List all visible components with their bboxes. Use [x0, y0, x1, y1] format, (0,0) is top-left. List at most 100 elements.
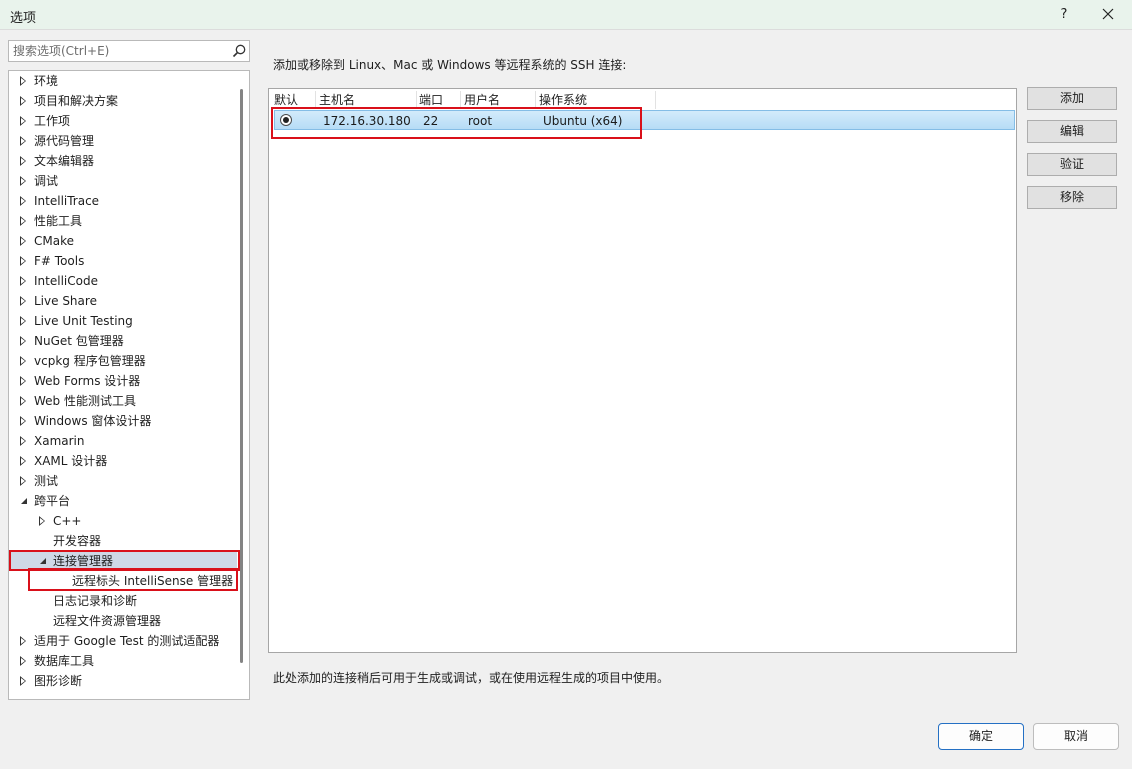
tree-node[interactable]: 数据库工具: [9, 651, 237, 671]
column-separator[interactable]: [460, 91, 461, 109]
tree-node[interactable]: Windows 窗体设计器: [9, 411, 237, 431]
tree-node[interactable]: Web 性能测试工具: [9, 391, 237, 411]
collapsed-arrow-icon[interactable]: [20, 256, 26, 266]
search-input[interactable]: [13, 42, 225, 60]
tree-node[interactable]: Live Share: [9, 291, 237, 311]
tree-node[interactable]: 跨平台: [9, 491, 237, 511]
tree-node[interactable]: 远程标头 IntelliSense 管理器: [9, 571, 237, 591]
tree-node[interactable]: 连接管理器: [9, 551, 237, 571]
collapsed-arrow-icon[interactable]: [20, 336, 26, 346]
tree-scrollbar[interactable]: [239, 89, 246, 681]
tree-node[interactable]: XAML 设计器: [9, 451, 237, 471]
tree-node-label: 跨平台: [34, 494, 71, 508]
tree-node[interactable]: Xamarin: [9, 431, 237, 451]
tree-node[interactable]: Web Forms 设计器: [9, 371, 237, 391]
collapsed-arrow-icon[interactable]: [20, 176, 26, 186]
tree-node-label: Live Unit Testing: [34, 314, 133, 328]
close-button[interactable]: [1096, 4, 1120, 26]
tree-node-label: 环境: [34, 74, 59, 88]
column-header-host[interactable]: 主机名: [319, 92, 355, 108]
tree-node[interactable]: 远程文件资源管理器: [9, 611, 237, 631]
tree-scrollbar-thumb[interactable]: [240, 89, 243, 663]
tree-node[interactable]: 文本编辑器: [9, 151, 237, 171]
tree-node[interactable]: F# Tools: [9, 251, 237, 271]
tree-node[interactable]: 工作项: [9, 111, 237, 131]
collapsed-arrow-icon[interactable]: [20, 416, 26, 426]
tree-node[interactable]: 适用于 Google Test 的测试适配器: [9, 631, 237, 651]
tree-node[interactable]: 图形诊断: [9, 671, 237, 691]
tree-node-label: 文本编辑器: [34, 154, 95, 168]
column-header-user[interactable]: 用户名: [464, 92, 500, 108]
tree-node-label: IntelliCode: [34, 274, 98, 288]
tree-node[interactable]: C++: [9, 511, 237, 531]
collapsed-arrow-icon[interactable]: [20, 396, 26, 406]
tree-node[interactable]: 开发容器: [9, 531, 237, 551]
tree-node-label: vcpkg 程序包管理器: [34, 354, 146, 368]
collapsed-arrow-icon[interactable]: [20, 656, 26, 666]
tree-node-label: 调试: [34, 174, 59, 188]
tree-node[interactable]: NuGet 包管理器: [9, 331, 237, 351]
cancel-button[interactable]: 取消: [1033, 723, 1119, 750]
tree-node[interactable]: IntelliTrace: [9, 191, 237, 211]
tree-node[interactable]: CMake: [9, 231, 237, 251]
tree-node[interactable]: 项目和解决方案: [9, 91, 237, 111]
tree-node[interactable]: vcpkg 程序包管理器: [9, 351, 237, 371]
column-separator[interactable]: [315, 91, 316, 109]
collapsed-arrow-icon[interactable]: [20, 456, 26, 466]
tree-node-label: XAML 设计器: [34, 454, 108, 468]
column-separator[interactable]: [416, 91, 417, 109]
collapsed-arrow-icon[interactable]: [39, 516, 45, 526]
collapsed-arrow-icon[interactable]: [20, 276, 26, 286]
verify-button[interactable]: 验证: [1027, 153, 1117, 176]
tree-node-label: 日志记录和诊断: [53, 594, 138, 608]
column-header-os[interactable]: 操作系统: [539, 92, 587, 108]
tree-node-label: Web 性能测试工具: [34, 394, 136, 408]
edit-button[interactable]: 编辑: [1027, 120, 1117, 143]
tree-node[interactable]: 调试: [9, 171, 237, 191]
tree-node[interactable]: 环境: [9, 71, 237, 91]
tree-node[interactable]: 性能工具: [9, 211, 237, 231]
tree-node[interactable]: 日志记录和诊断: [9, 591, 237, 611]
collapsed-arrow-icon[interactable]: [20, 236, 26, 246]
collapsed-arrow-icon[interactable]: [20, 216, 26, 226]
column-separator[interactable]: [535, 91, 536, 109]
ok-button[interactable]: 确定: [938, 723, 1024, 750]
tree-node-label: 数据库工具: [34, 654, 95, 668]
tree-node-label: 工作项: [34, 114, 71, 128]
expanded-arrow-icon[interactable]: [40, 558, 46, 564]
collapsed-arrow-icon[interactable]: [20, 196, 26, 206]
collapsed-arrow-icon[interactable]: [20, 96, 26, 106]
tree-node-label: 图形诊断: [34, 674, 83, 688]
collapsed-arrow-icon[interactable]: [20, 156, 26, 166]
options-tree[interactable]: 环境项目和解决方案工作项源代码管理文本编辑器调试 IntelliTrace 性能工具…: [8, 70, 250, 700]
tree-node-label: 远程文件资源管理器: [53, 614, 162, 628]
tree-node[interactable]: Live Unit Testing: [9, 311, 237, 331]
collapsed-arrow-icon[interactable]: [20, 376, 26, 386]
tree-node[interactable]: 测试: [9, 471, 237, 491]
collapsed-arrow-icon[interactable]: [20, 476, 26, 486]
expanded-arrow-icon[interactable]: [21, 498, 27, 504]
tree-node-label: 连接管理器: [53, 554, 114, 568]
column-header-default[interactable]: 默认: [274, 92, 298, 108]
collapsed-arrow-icon[interactable]: [20, 436, 26, 446]
default-radio[interactable]: [280, 114, 292, 126]
collapsed-arrow-icon[interactable]: [20, 116, 26, 126]
tree-node-label: 测试: [34, 474, 59, 488]
collapsed-arrow-icon[interactable]: [20, 356, 26, 366]
remove-button[interactable]: 移除: [1027, 186, 1117, 209]
collapsed-arrow-icon[interactable]: [20, 316, 26, 326]
column-separator[interactable]: [655, 91, 656, 109]
collapsed-arrow-icon[interactable]: [20, 76, 26, 86]
collapsed-arrow-icon[interactable]: [20, 676, 26, 686]
collapsed-arrow-icon[interactable]: [20, 136, 26, 146]
collapsed-arrow-icon[interactable]: [20, 636, 26, 646]
add-button[interactable]: 添加: [1027, 87, 1117, 110]
connection-row[interactable]: 172.16.30.180 22 root Ubuntu (x64): [274, 110, 1015, 130]
tree-node[interactable]: IntelliCode: [9, 271, 237, 291]
collapsed-arrow-icon[interactable]: [20, 296, 26, 306]
tree-node[interactable]: 源代码管理: [9, 131, 237, 151]
column-header-port[interactable]: 端口: [419, 92, 443, 108]
help-button[interactable]: ?: [1054, 5, 1074, 25]
search-icon[interactable]: [231, 43, 247, 59]
connections-list[interactable]: 默认 主机名 端口 用户名 操作系统 172.16.30.180 22 root…: [268, 88, 1017, 653]
